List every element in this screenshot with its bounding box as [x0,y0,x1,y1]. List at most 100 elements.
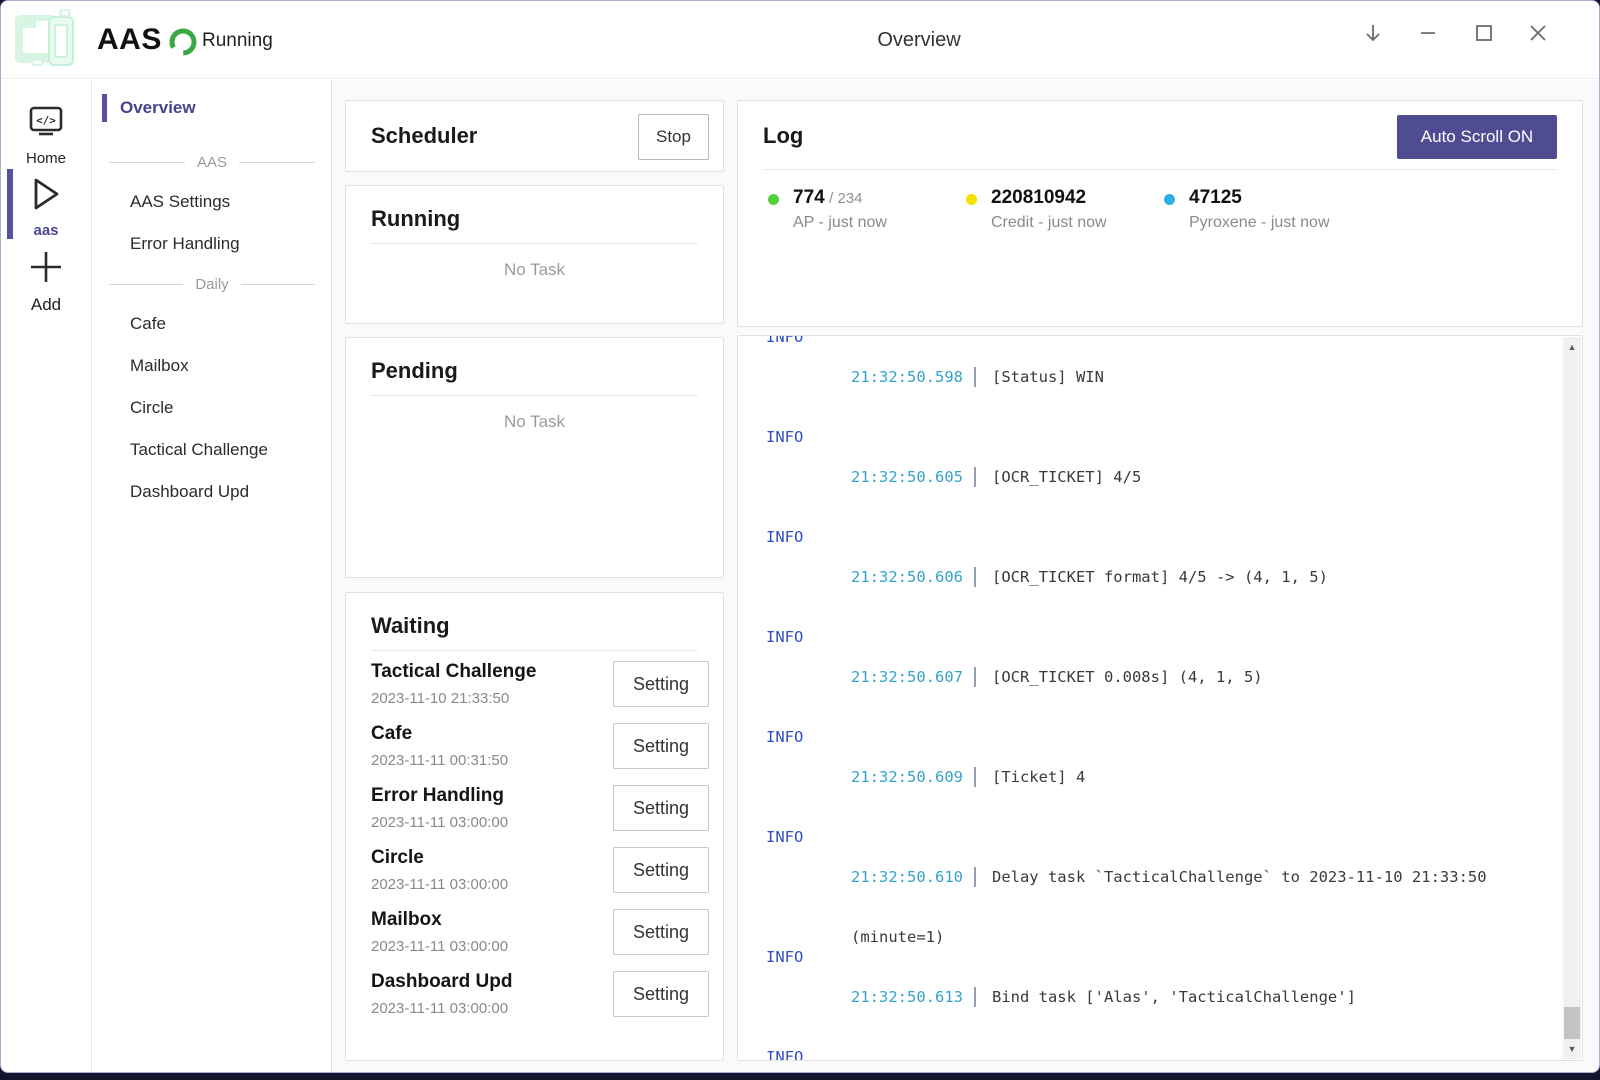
log-stat: 220810942 Credit - just now [966,187,1164,232]
waiting-task-time: 2023-11-11 00:31:50 [371,751,613,771]
log-message: [OCR_TICKET format] 4/5 -> (4, 1, 5) [992,567,1328,587]
icon-rail: </> Home aas Add [1,80,92,1072]
rail-item-home[interactable]: </> Home [1,105,91,167]
scheduler-card: Scheduler Stop [345,100,724,172]
close-icon[interactable] [1516,15,1560,51]
waiting-task-name: Cafe [371,722,613,746]
rail-label-add: Add [1,295,91,315]
log-separator [974,567,976,587]
nav-item-error-handling[interactable]: Error Handling [93,226,331,262]
log-time: 21:32:50.607 [851,667,963,687]
log-message: Delay task `TacticalChallenge` to 2023-1… [992,867,1487,887]
pending-card: Pending No Task [345,337,724,578]
log-separator [974,767,976,787]
download-icon[interactable] [1351,15,1395,51]
nav-section-divider: AAS [93,150,331,174]
auto-scroll-button[interactable]: Auto Scroll ON [1397,115,1557,159]
waiting-task-row: Mailbox 2023-11-11 03:00:00 Setting [371,901,709,963]
log-stat: 774 / 234 AP - just now [768,187,966,232]
log-level: INFO [766,827,851,947]
running-spinner-icon [168,27,198,62]
waiting-task-time: 2023-11-11 03:00:00 [371,875,613,895]
nav-item-circle[interactable]: Circle [93,390,331,426]
log-message: [Status] WIN [992,367,1104,387]
log-entry: INFO 21:32:50.607[OCR_TICKET 0.008s] (4,… [766,627,1563,727]
running-status-label: Running [202,30,273,52]
log-entry: INFO 21:32:50.606 [OCR_TICKET format] 4/5… [766,527,1563,627]
log-time: 21:32:50.606 [851,567,963,587]
stat-value: 47125 [1189,187,1242,208]
running-empty-text: No Task [346,260,723,280]
log-message: [Ticket] 4 [992,767,1085,787]
status-dot-icon [768,194,779,205]
nav-item-aas-settings[interactable]: AAS Settings [93,184,331,220]
status-dot-icon [1164,194,1175,205]
content-area: Scheduler Stop Running No Task Pending N… [333,80,1599,1072]
stat-total: / 234 [829,190,862,207]
setting-button[interactable]: Setting [613,785,709,831]
divider [763,169,1557,170]
waiting-task-name: Error Handling [371,784,613,808]
nav-item-mailbox[interactable]: Mailbox [93,348,331,384]
nav-section-label: Daily [183,276,240,293]
nav-item-overview[interactable]: Overview [93,92,331,124]
waiting-task-row: Cafe 2023-11-11 00:31:50 Setting [371,715,709,777]
setting-button[interactable]: Setting [613,661,709,707]
setting-button[interactable]: Setting [613,847,709,893]
nav-item-label: Mailbox [130,356,189,375]
log-output-panel: INFO 21:32:50.598[Status] WIN INFO 21:32… [737,335,1583,1061]
stat-caption: Pyroxene - just now [1189,214,1330,232]
log-entry: INFO 21:32:50.605[OCR_TICKET] 4/5 [766,427,1563,527]
waiting-task-row: Circle 2023-11-11 03:00:00 Setting [371,839,709,901]
waiting-task-name: Mailbox [371,908,613,932]
nav-item-cafe[interactable]: Cafe [93,306,331,342]
rail-label-aas: aas [1,222,91,239]
scheduler-title: Scheduler [371,123,477,149]
plus-icon [28,271,64,288]
waiting-task-row: Error Handling 2023-11-11 03:00:00 Setti… [371,777,709,839]
setting-button[interactable]: Setting [613,909,709,955]
setting-button[interactable]: Setting [613,971,709,1017]
log-level: INFO [766,427,851,527]
page-title: Overview [769,29,1069,52]
rail-label-home: Home [1,150,91,167]
log-level: INFO [766,527,851,627]
minimize-icon[interactable] [1406,15,1450,51]
scrollbar-down-icon[interactable]: ▼ [1563,1041,1581,1057]
log-stat: 47125 Pyroxene - just now [1164,187,1362,232]
log-level: INFO [766,947,851,1047]
status-dot-icon [966,194,977,205]
waiting-task-name: Dashboard Upd [371,970,613,994]
nav-item-label: Dashboard Upd [130,482,249,501]
setting-button[interactable]: Setting [613,723,709,769]
nav-item-label: Cafe [130,314,166,333]
rail-item-aas[interactable]: aas [1,175,91,239]
log-time: 21:32:50.610 [851,867,963,887]
log-separator [974,367,976,387]
waiting-task-name: Circle [371,846,613,870]
stat-value: 774 [793,187,825,208]
nav-item-tactical-challenge[interactable]: Tactical Challenge [93,432,331,468]
log-time: 21:32:50.605 [851,467,963,487]
maximize-icon[interactable] [1462,15,1506,51]
rail-item-add[interactable]: Add [1,250,91,315]
nav-item-label: Error Handling [130,234,240,253]
app-window: AAS Running Overview [0,0,1600,1073]
waiting-task-time: 2023-11-11 03:00:00 [371,999,613,1019]
log-separator [974,987,976,1007]
scrollbar-up-icon[interactable]: ▲ [1563,339,1581,355]
log-scroll-region[interactable]: INFO 21:32:50.598[Status] WIN INFO 21:32… [738,336,1563,1060]
nav-item-dashboard-upd[interactable]: Dashboard Upd [93,474,331,510]
log-scrollbar[interactable]: ▲ ▼ [1563,337,1581,1059]
divider [371,243,698,244]
log-message: Bind task ['Alas', 'TacticalChallenge'] [992,987,1356,1007]
log-separator [974,867,976,887]
scrollbar-thumb[interactable] [1564,1007,1580,1039]
nav-panel: Overview AAS AAS Settings Error Handling Dai… [93,80,332,1072]
nav-section-label: AAS [185,154,239,171]
divider [371,395,698,396]
log-separator [974,467,976,487]
stat-caption: AP - just now [793,214,887,232]
stop-button[interactable]: Stop [638,114,709,160]
stat-value: 220810942 [991,187,1086,208]
